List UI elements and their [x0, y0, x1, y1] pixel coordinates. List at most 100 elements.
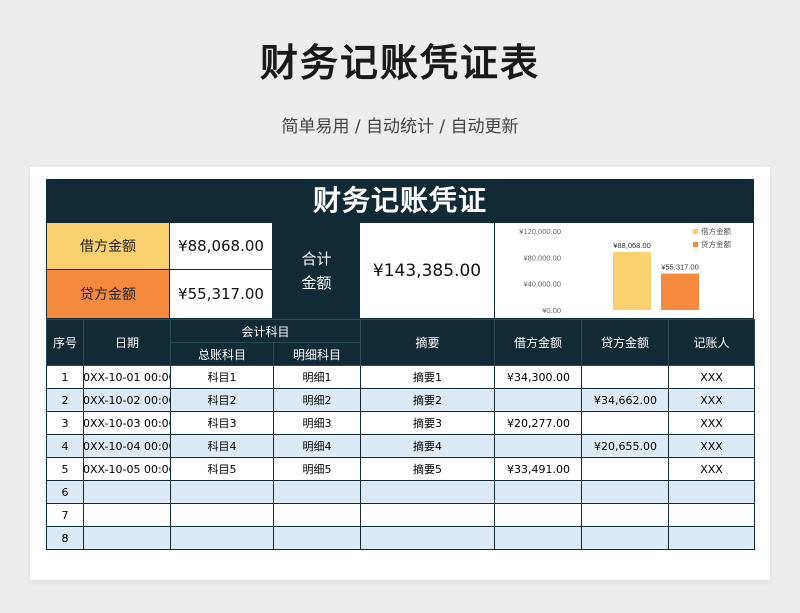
legend-swatch [693, 229, 698, 234]
cell-credit[interactable]: ¥34,662.00 [581, 388, 670, 412]
grand-total-label-line2: 金额 [301, 273, 332, 292]
sheet-content: 财务记账凭证 借方金额 ¥88,068.00 贷方金额 ¥55,317.00 合… [46, 179, 756, 550]
summary-panel: 借方金额 ¥88,068.00 贷方金额 ¥55,317.00 合计 金额 ¥1… [46, 223, 754, 319]
cell-detail-account[interactable] [272, 526, 362, 550]
cell-debit[interactable]: ¥33,491.00 [494, 457, 583, 481]
cell-credit[interactable] [581, 457, 670, 481]
header-summary: 摘要 [360, 319, 496, 366]
cell-summary[interactable] [360, 503, 496, 527]
cell-bookkeeper[interactable]: XXX [668, 365, 756, 389]
cell-detail-account[interactable]: 明细3 [272, 411, 362, 435]
header-general-account: 总账科目 [170, 342, 274, 366]
table-row: 320XX-10-03 00:00:00科目3明细3摘要3¥20,277.00 X… [46, 411, 756, 435]
cell-general-account[interactable]: 科目4 [170, 434, 274, 458]
header-bookkeeper: 记账人 [668, 319, 756, 366]
table-row: 220XX-10-02 00:00:00科目2明细2摘要2 ¥34,662.00X… [46, 388, 756, 412]
header-credit: 贷方金额 [581, 319, 670, 366]
debit-total-value[interactable]: ¥88,068.00 [170, 223, 273, 270]
cell-index[interactable]: 4 [46, 434, 84, 458]
bar-data-label: ¥88,068.00 [613, 241, 651, 250]
cell-credit[interactable] [581, 480, 670, 504]
cell-bookkeeper[interactable] [668, 526, 756, 550]
cell-summary[interactable]: 摘要5 [360, 457, 496, 481]
cell-summary[interactable] [360, 526, 496, 550]
cell-index[interactable]: 1 [46, 365, 84, 389]
summary-bar-chart[interactable]: ¥0.00 ¥40,000.00 ¥80,000.00 ¥120,000.00 ¥88,… [495, 223, 753, 318]
cell-bookkeeper[interactable]: XXX [668, 411, 756, 435]
cell-date[interactable]: 20XX-10-05 00:00:00 [83, 457, 171, 481]
credit-total-label[interactable]: 贷方金额 [47, 270, 170, 318]
cell-credit[interactable] [581, 411, 670, 435]
cell-debit[interactable] [494, 480, 583, 504]
cell-general-account[interactable] [170, 503, 274, 527]
cell-detail-account[interactable]: 明细1 [272, 365, 362, 389]
cell-date[interactable]: 20XX-10-02 00:00:00 [83, 388, 171, 412]
cell-index[interactable]: 7 [46, 503, 84, 527]
y-tick-label: ¥120,000.00 [519, 227, 561, 236]
header-account: 会计科目 [169, 319, 362, 343]
grand-total-label[interactable]: 合计 金额 [273, 223, 360, 318]
cell-index[interactable]: 2 [46, 388, 84, 412]
cell-bookkeeper[interactable]: XXX [668, 457, 756, 481]
cell-summary[interactable]: 摘要3 [360, 411, 496, 435]
bar-2 [661, 273, 699, 310]
cell-detail-account[interactable] [272, 503, 362, 527]
cell-debit[interactable]: ¥20,277.00 [494, 411, 583, 435]
cell-debit[interactable] [494, 526, 583, 550]
cell-general-account[interactable]: 科目5 [170, 457, 274, 481]
summary-chart-container[interactable]: ¥0.00 ¥40,000.00 ¥80,000.00 ¥120,000.00 ¥88,… [495, 223, 753, 318]
cell-debit[interactable] [494, 388, 583, 412]
cell-detail-account[interactable]: 明细2 [272, 388, 362, 412]
voucher-table: 序号 日期 会计科目 摘要 借方金额 贷方金额 记账人 总账科目 明细科目 12… [46, 319, 756, 550]
cell-index[interactable]: 3 [46, 411, 84, 435]
cell-detail-account[interactable] [272, 480, 362, 504]
cell-summary[interactable]: 摘要2 [360, 388, 496, 412]
cell-credit[interactable] [581, 526, 670, 550]
legend-label: 借方金额 [701, 226, 731, 236]
cell-debit[interactable] [494, 503, 583, 527]
debit-total-label[interactable]: 借方金额 [47, 223, 170, 270]
cell-summary[interactable]: 摘要4 [360, 434, 496, 458]
cell-date[interactable] [83, 480, 171, 504]
cell-date[interactable]: 20XX-10-03 00:00:00 [83, 411, 171, 435]
cell-detail-account[interactable]: 明细5 [272, 457, 362, 481]
cell-general-account[interactable] [170, 480, 274, 504]
sheet-banner: 财务记账凭证 [46, 179, 754, 223]
y-tick-label: ¥80,000.00 [523, 253, 561, 262]
cell-bookkeeper[interactable]: XXX [668, 434, 756, 458]
cell-general-account[interactable]: 科目1 [170, 365, 274, 389]
cell-general-account[interactable]: 科目3 [170, 411, 274, 435]
cell-bookkeeper[interactable] [668, 480, 756, 504]
cell-summary[interactable]: 摘要1 [360, 365, 496, 389]
cell-date[interactable] [83, 503, 171, 527]
cell-detail-account[interactable]: 明细4 [272, 434, 362, 458]
page-subtitle: 简单易用 / 自动统计 / 自动更新 [281, 117, 519, 137]
cell-bookkeeper[interactable] [668, 503, 756, 527]
header-detail-account: 明细科目 [272, 342, 362, 366]
cell-debit[interactable] [494, 434, 583, 458]
cell-credit[interactable]: ¥20,655.00 [581, 434, 670, 458]
grand-total-label-line1: 合计 [301, 249, 332, 268]
header-date: 日期 [83, 319, 171, 366]
cell-debit[interactable]: ¥34,300.00 [494, 365, 583, 389]
y-tick-label: ¥40,000.00 [523, 280, 561, 289]
cell-general-account[interactable]: 科目2 [170, 388, 274, 412]
header-index: 序号 [46, 319, 84, 366]
table-row: 7 [46, 503, 756, 527]
cell-index[interactable]: 5 [46, 457, 84, 481]
cell-credit[interactable] [581, 365, 670, 389]
cell-index[interactable]: 8 [46, 526, 84, 550]
table-row: 120XX-10-01 00:00:00科目1明细1摘要1¥34,300.00 X… [46, 365, 756, 389]
grand-total-value[interactable]: ¥143,385.00 [360, 223, 495, 318]
cell-index[interactable]: 6 [46, 480, 84, 504]
cell-date[interactable]: 20XX-10-04 00:00:00 [83, 434, 171, 458]
cell-summary[interactable] [360, 480, 496, 504]
cell-credit[interactable] [581, 503, 670, 527]
cell-date[interactable] [83, 526, 171, 550]
spreadsheet-sheet: 财务记账凭证 借方金额 ¥88,068.00 贷方金额 ¥55,317.00 合… [30, 167, 770, 580]
credit-total-value[interactable]: ¥55,317.00 [170, 270, 273, 318]
cell-date[interactable]: 20XX-10-01 00:00:00 [83, 365, 171, 389]
cell-general-account[interactable] [170, 526, 274, 550]
cell-bookkeeper[interactable]: XXX [668, 388, 756, 412]
table-row: 6 [46, 480, 756, 504]
